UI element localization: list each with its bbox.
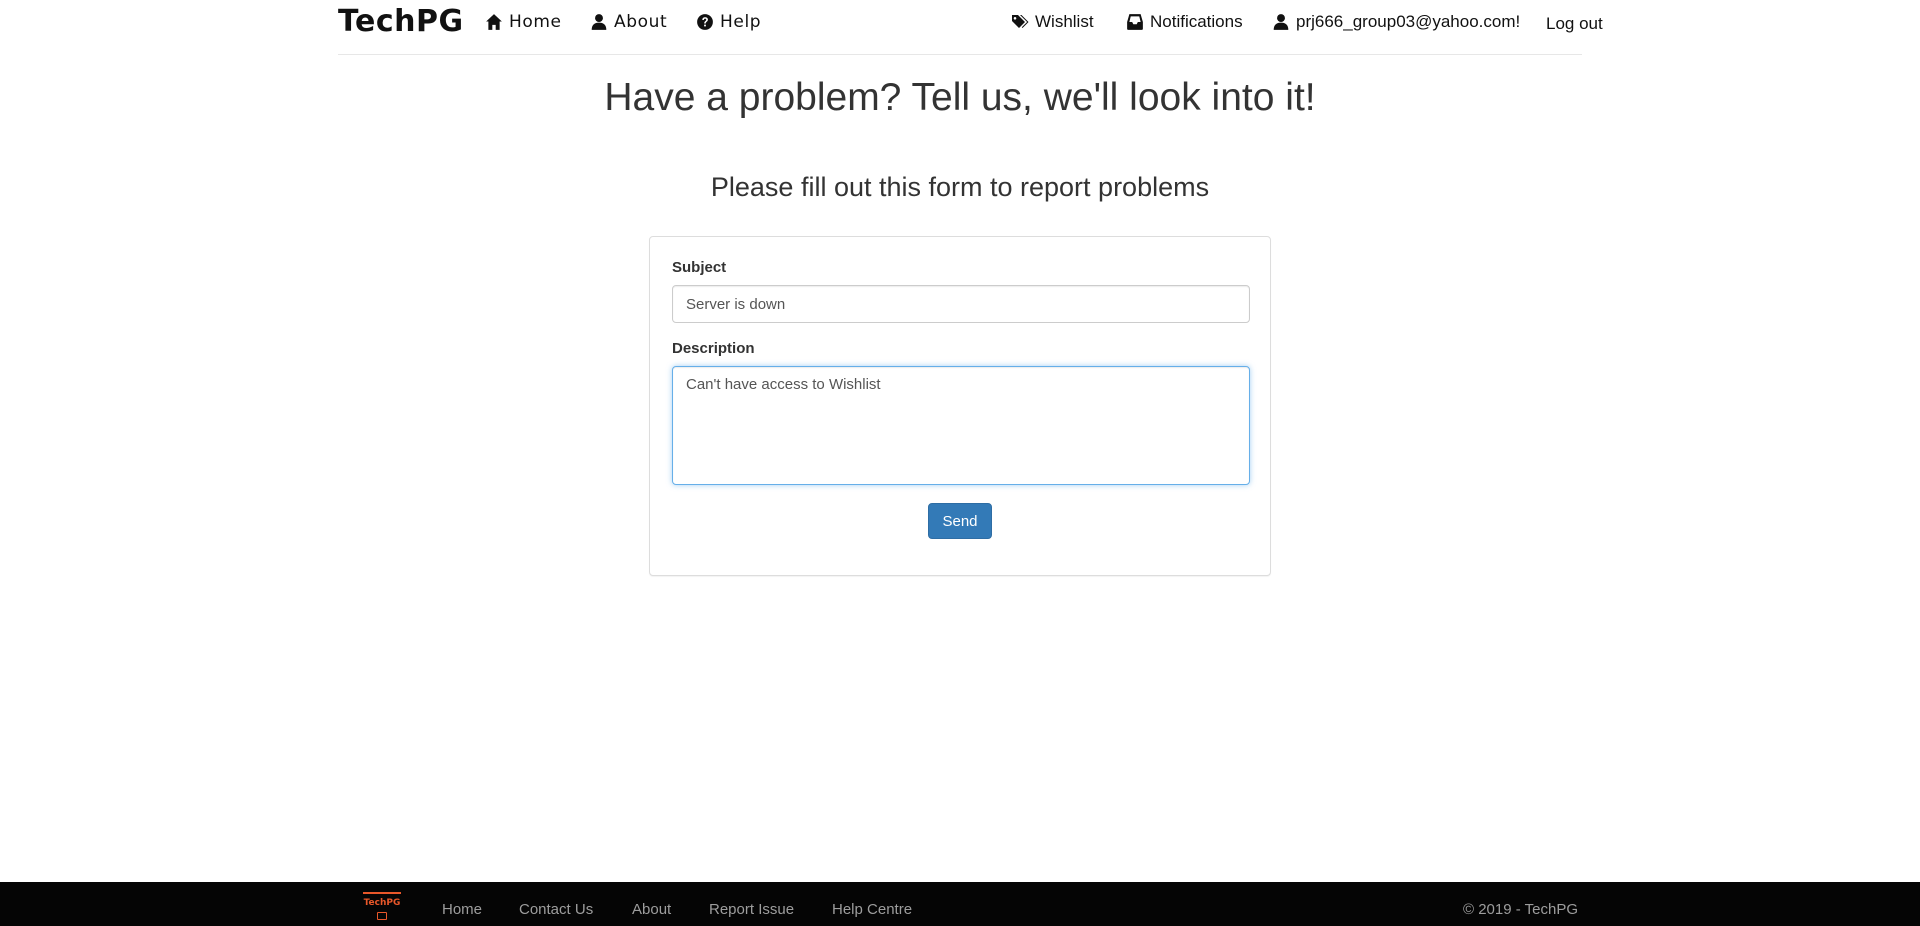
question-circle-icon — [697, 14, 713, 30]
nav-user-account-link[interactable]: prj666_group03@yahoo.com! — [1272, 11, 1520, 33]
nav-home-label: Home — [509, 12, 562, 32]
nav-wishlist-label: Wishlist — [1035, 12, 1094, 31]
home-icon — [486, 14, 502, 30]
subject-input[interactable] — [672, 285, 1250, 323]
footer-link-help-centre[interactable]: Help Centre — [832, 901, 912, 918]
logout-link[interactable]: Log out — [1546, 13, 1603, 35]
nav-help-link[interactable]: Help — [696, 11, 761, 33]
send-button[interactable]: Send — [928, 503, 992, 539]
footer-logo[interactable]: TechPG — [362, 892, 402, 926]
nav-help-label: Help — [720, 12, 762, 32]
nav-notifications-label: Notifications — [1150, 12, 1243, 31]
user-icon — [1273, 14, 1289, 30]
subject-label: Subject — [672, 259, 727, 276]
footer-link-contact-us[interactable]: Contact Us — [519, 901, 593, 918]
nav-about-label: About — [614, 12, 668, 32]
report-problem-form: Subject Description Can't have access to… — [649, 236, 1271, 576]
footer-link-about[interactable]: About — [632, 901, 671, 918]
nav-wishlist-link[interactable]: Wishlist — [1011, 11, 1094, 33]
footer: TechPG Home Contact Us About Report Issu… — [0, 882, 1920, 926]
nav-about-link[interactable]: About — [590, 11, 667, 33]
laptop-icon — [377, 912, 387, 920]
nav-notifications-link[interactable]: Notifications — [1126, 11, 1243, 33]
user-icon — [591, 14, 607, 30]
inbox-icon — [1127, 14, 1143, 30]
description-textarea[interactable]: Can't have access to Wishlist — [672, 366, 1250, 485]
tags-icon — [1012, 15, 1029, 28]
footer-logo-underline — [363, 892, 401, 894]
footer-link-report-issue[interactable]: Report Issue — [709, 901, 794, 918]
page-title: Have a problem? Tell us, we'll look into… — [604, 76, 1316, 119]
copyright-text: © 2019 - TechPG — [1463, 901, 1579, 918]
footer-logo-text: TechPG — [363, 898, 401, 908]
nav-home-link[interactable]: Home — [485, 11, 562, 33]
footer-link-home[interactable]: Home — [442, 901, 482, 918]
description-label: Description — [672, 340, 755, 357]
top-navbar: TechPG Home About Help Wishlist Notifica… — [338, 0, 1603, 55]
brand-logo[interactable]: TechPG — [338, 4, 464, 39]
nav-user-email: prj666_group03@yahoo.com! — [1296, 12, 1521, 31]
page-subtitle: Please fill out this form to report prob… — [710, 172, 1210, 202]
